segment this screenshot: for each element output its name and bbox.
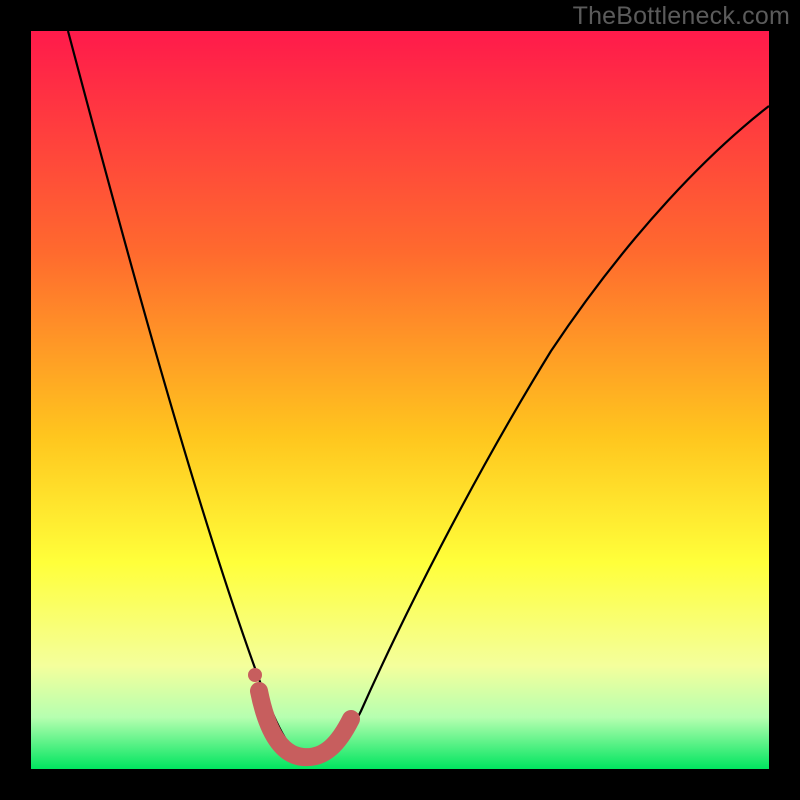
chart-frame: TheBottleneck.com	[0, 0, 800, 800]
accent-dot-icon	[248, 668, 262, 682]
watermark-label: TheBottleneck.com	[573, 2, 790, 31]
plot-area	[31, 31, 769, 769]
gradient-background	[31, 31, 769, 769]
chart-svg	[31, 31, 769, 769]
